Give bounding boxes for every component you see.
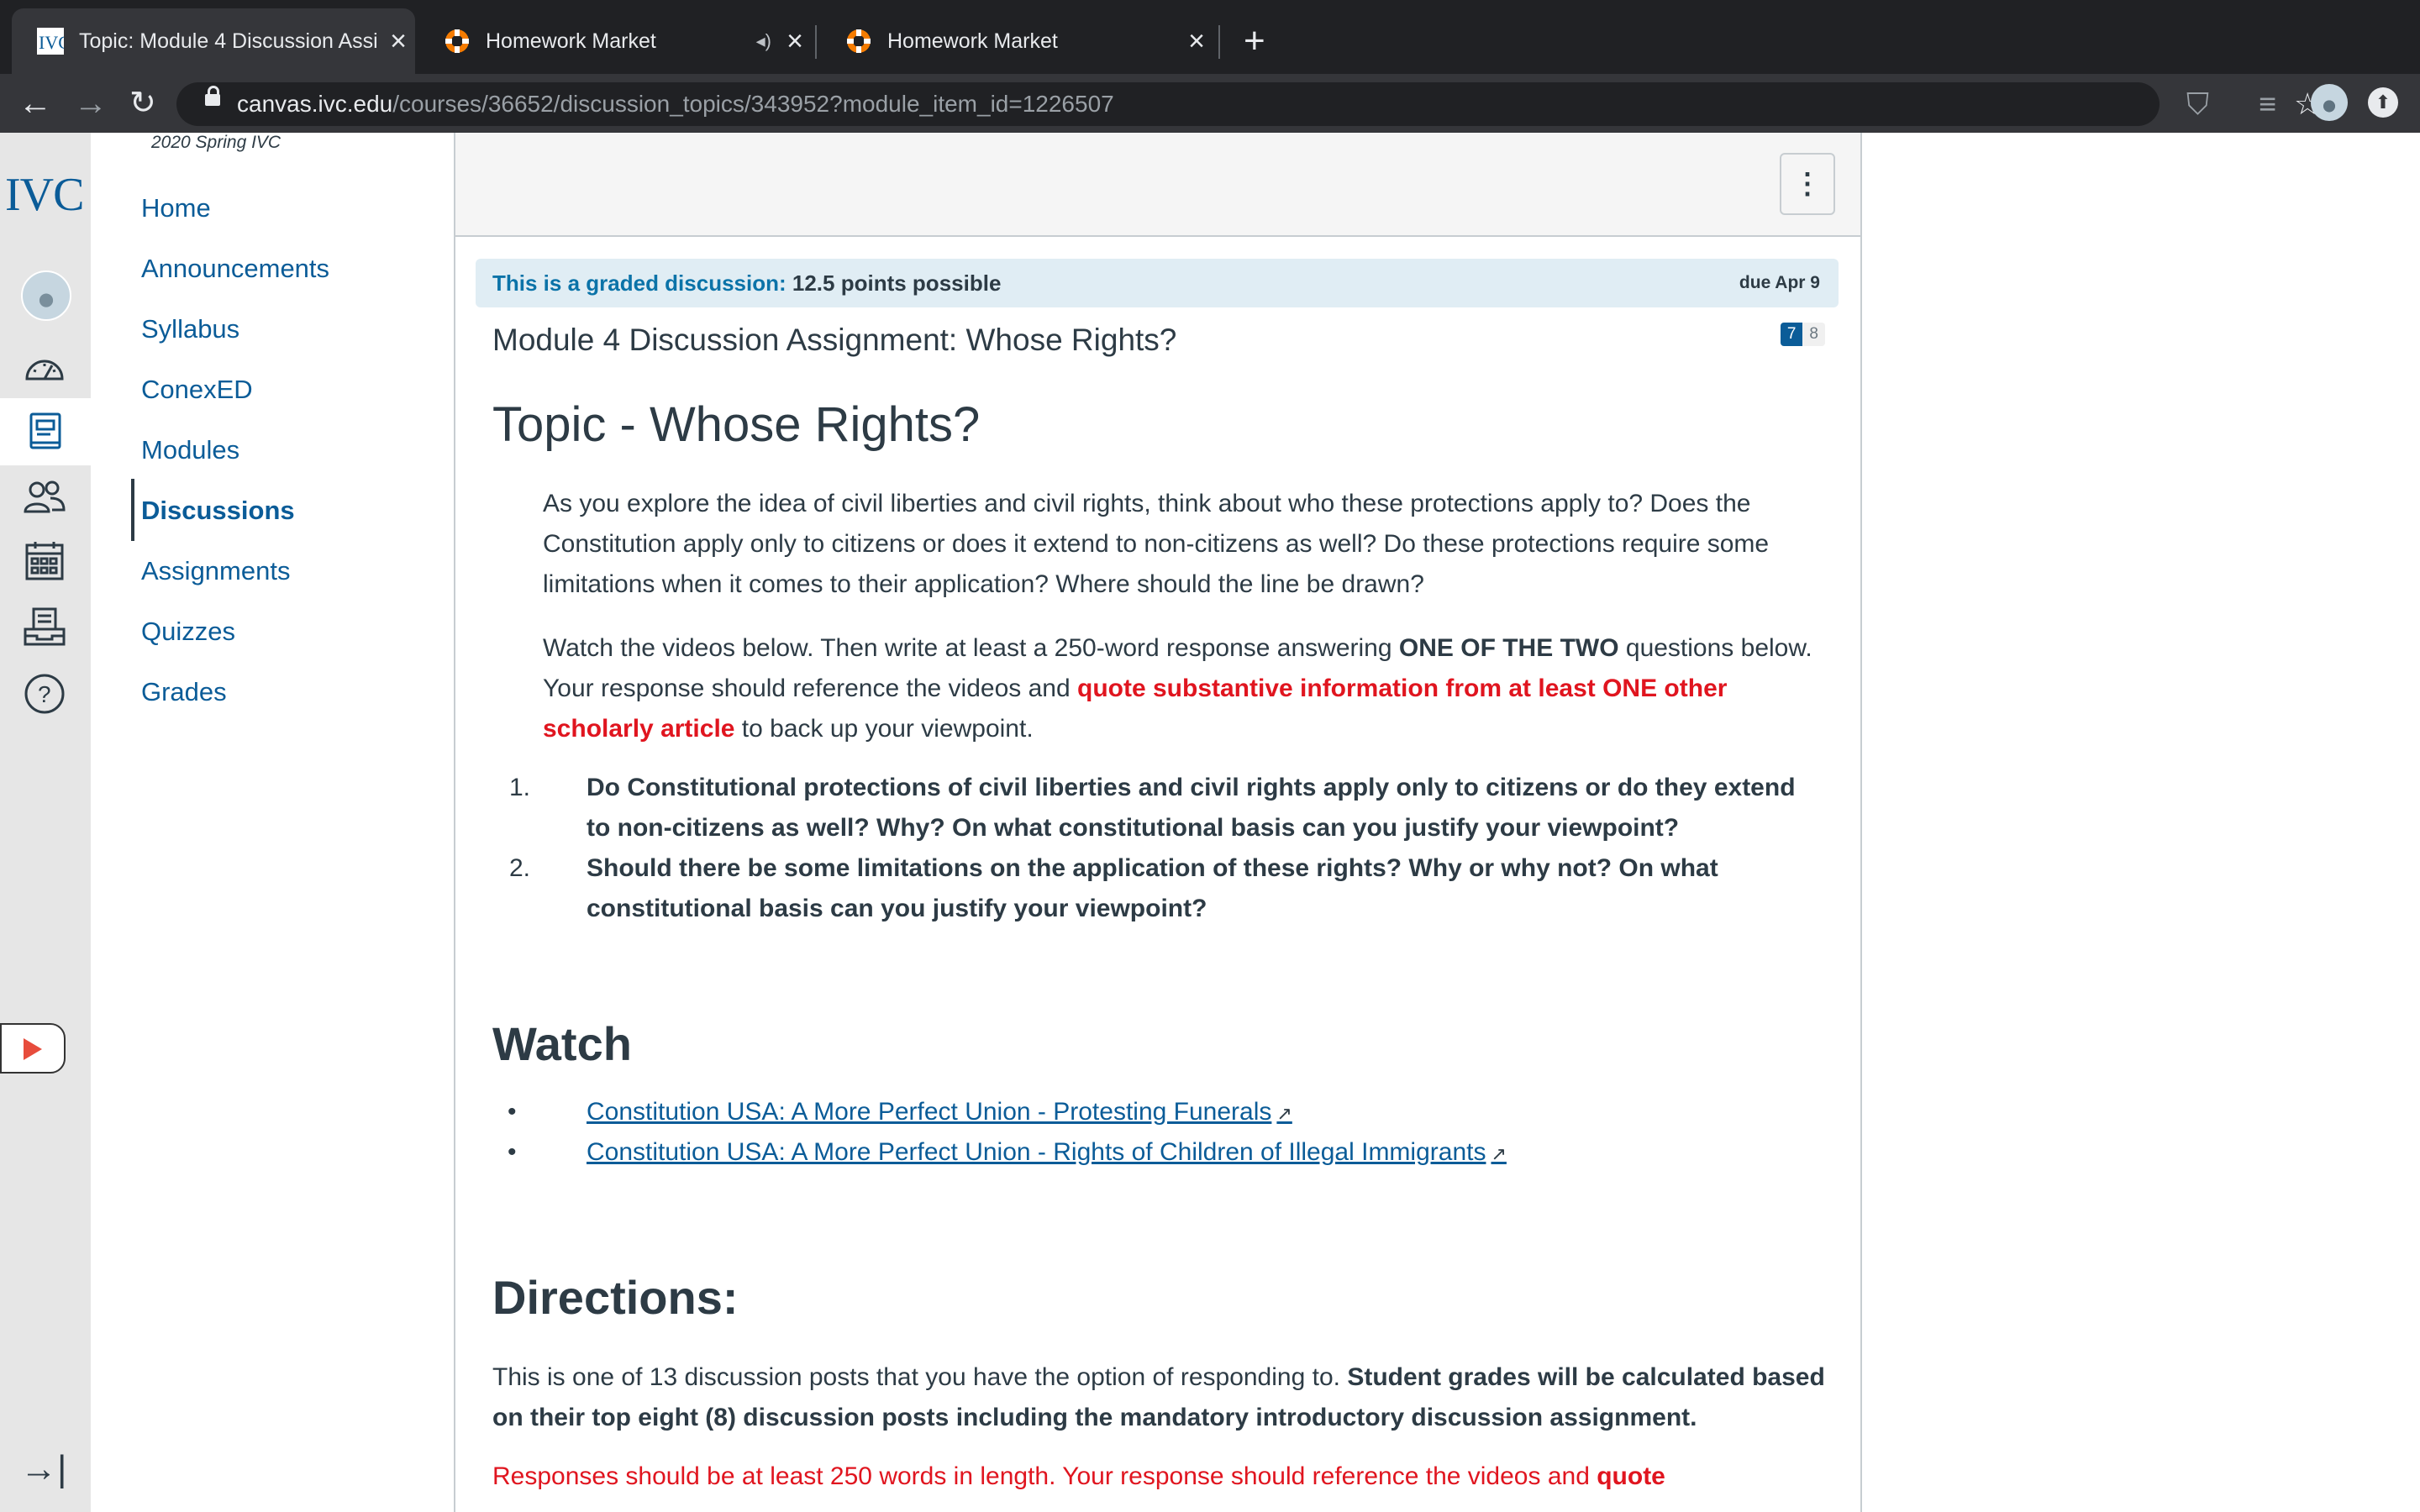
new-tab-button[interactable]: + <box>1244 20 1265 62</box>
question-number: 2. <box>509 854 531 882</box>
tab-title: Homework Market <box>887 29 1058 53</box>
groups-icon[interactable] <box>18 474 71 521</box>
lifebuoy-favicon-icon <box>847 29 871 53</box>
tab-homework-market-1[interactable]: Homework Market ◂) × <box>418 8 812 74</box>
address-bar[interactable]: canvas.ivc.edu/courses/36652/discussion_… <box>176 82 2321 126</box>
directions-paragraph-2: Responses should be at least 250 words i… <box>492 1462 1665 1490</box>
total-count: 8 <box>1802 323 1825 346</box>
course-navigation: 2020 Spring IVC Home Announcements Sylla… <box>91 133 454 1512</box>
video-link-protesting-funerals[interactable]: Constitution USA: A More Perfect Union -… <box>587 1092 1292 1134</box>
external-link-icon: ↗ <box>1276 1103 1292 1124</box>
shield-extension-icon[interactable]: ⛉ <box>2186 86 2209 123</box>
term-label: 2020 Spring IVC <box>151 133 281 152</box>
inbox-icon[interactable] <box>18 603 71 650</box>
close-tab-icon[interactable]: × <box>381 25 415 58</box>
browser-tab-strip: IVC Topic: Module 4 Discussion Assi × Ho… <box>0 0 2420 82</box>
tab-topic[interactable]: IVC Topic: Module 4 Discussion Assi × <box>12 8 415 74</box>
lock-icon <box>205 86 220 106</box>
discussion-title: Module 4 Discussion Assignment: Whose Ri… <box>492 323 1177 357</box>
reload-icon[interactable]: ↻ <box>129 82 156 124</box>
graded-label: This is a graded discussion: <box>492 270 786 296</box>
update-arrow-icon[interactable]: ⬆ <box>2368 87 2398 118</box>
dashboard-icon[interactable] <box>18 344 71 391</box>
calendar-icon[interactable] <box>18 538 71 585</box>
discussion-header-bar: ⋮ <box>455 133 1860 237</box>
back-arrow-icon[interactable]: ← <box>18 82 52 124</box>
ivc-favicon-icon: IVC <box>37 28 64 55</box>
tab-title: Homework Market <box>486 29 656 53</box>
discussion-content: ⋮ This is a graded discussion: 12.5 poin… <box>454 133 1862 1512</box>
global-navigation: IVC ? →| <box>0 133 91 1512</box>
course-nav-quizzes[interactable]: Quizzes <box>141 615 235 648</box>
directions-paragraph-1: This is one of 13 discussion posts that … <box>492 1363 1825 1431</box>
close-tab-icon[interactable]: × <box>1180 25 1213 58</box>
url-text: canvas.ivc.edu/courses/36652/discussion_… <box>237 91 1114 117</box>
bullet: • <box>508 1098 517 1126</box>
profile-avatar[interactable] <box>2311 84 2348 121</box>
unread-count: 7 <box>1780 323 1803 346</box>
media-play-icon[interactable] <box>0 1023 66 1074</box>
bullet: • <box>508 1138 517 1166</box>
question-2: Should there be some limitations on the … <box>587 854 1718 922</box>
lifebuoy-favicon-icon <box>445 29 469 53</box>
svg-text:IVC: IVC <box>39 32 64 53</box>
tab-separator <box>815 25 817 59</box>
intro-paragraph-2: Watch the videos below. Then write at le… <box>543 634 1812 743</box>
close-tab-icon[interactable]: × <box>778 25 812 58</box>
account-avatar[interactable] <box>21 270 71 321</box>
reply-count-badge: 7 8 <box>1780 323 1825 346</box>
tab-homework-market-2[interactable]: Homework Market × <box>820 8 1213 74</box>
graded-discussion-banner: This is a graded discussion: 12.5 points… <box>476 259 1839 307</box>
svg-text:?: ? <box>38 681 51 707</box>
course-nav-conexed[interactable]: ConexED <box>141 373 253 407</box>
ivc-logo[interactable]: IVC <box>5 168 84 222</box>
course-nav-discussions[interactable]: Discussions <box>141 494 295 528</box>
watch-heading: Watch <box>492 1017 632 1070</box>
course-nav-grades[interactable]: Grades <box>141 675 227 709</box>
tab-title: Topic: Module 4 Discussion Assi <box>79 29 378 53</box>
course-nav-home[interactable]: Home <box>141 192 211 225</box>
media-controls-icon[interactable]: ≡ <box>2259 86 2276 123</box>
collapse-nav-icon[interactable]: →| <box>20 1448 66 1490</box>
browser-toolbar: ← → ↻ canvas.ivc.edu/courses/36652/discu… <box>0 74 2420 133</box>
course-nav-modules[interactable]: Modules <box>141 433 239 467</box>
courses-icon[interactable] <box>0 398 91 465</box>
more-options-icon[interactable]: ⋮ <box>1780 153 1835 215</box>
speaker-icon[interactable]: ◂) <box>756 30 771 52</box>
tab-separator <box>1218 25 1220 59</box>
course-nav-assignments[interactable]: Assignments <box>141 554 290 588</box>
active-nav-indicator <box>131 479 134 541</box>
course-nav-announcements[interactable]: Announcements <box>141 252 329 286</box>
question-number: 1. <box>509 774 531 801</box>
video-link-children-immigrants[interactable]: Constitution USA: A More Perfect Union -… <box>587 1132 1507 1174</box>
directions-heading: Directions: <box>492 1271 739 1324</box>
help-icon[interactable]: ? <box>18 670 71 717</box>
course-nav-syllabus[interactable]: Syllabus <box>141 312 239 346</box>
due-date: due Apr 9 <box>1739 273 1820 292</box>
points-possible: 12.5 points possible <box>792 270 1002 296</box>
external-link-icon: ↗ <box>1491 1143 1507 1164</box>
forward-arrow-icon[interactable]: → <box>74 82 108 124</box>
intro-paragraph-1: As you explore the idea of civil liberti… <box>543 490 1770 598</box>
question-1: Do Constitutional protections of civil l… <box>587 774 1796 842</box>
topic-heading: Topic - Whose Rights? <box>492 397 981 452</box>
